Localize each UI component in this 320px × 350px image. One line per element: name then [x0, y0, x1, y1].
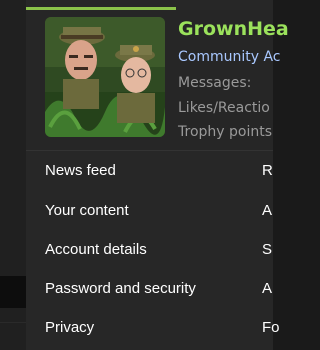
avatar[interactable] [45, 17, 165, 137]
stat-likes-label: Likes/Reactio [178, 100, 270, 116]
menu-divider [26, 150, 273, 151]
menu-item-right-4[interactable]: A [262, 280, 272, 297]
menu-item-right-3[interactable]: S [262, 241, 272, 258]
page-background-divider [0, 322, 26, 323]
menu-item-news-feed[interactable]: News feed [45, 162, 116, 179]
username[interactable]: GrownHea [178, 18, 289, 40]
menu-item-your-content[interactable]: Your content [45, 202, 129, 219]
menu-item-password-security[interactable]: Password and security [45, 280, 196, 297]
menu-accent-bar [26, 7, 176, 10]
menu-item-right-2[interactable]: A [262, 202, 272, 219]
menu-item-privacy[interactable]: Privacy [45, 319, 94, 336]
stat-messages-label: Messages: [178, 75, 252, 91]
user-role: Community Ac [178, 49, 281, 65]
menu-item-right-5[interactable]: Fo [262, 319, 280, 336]
menu-item-account-details[interactable]: Account details [45, 241, 147, 258]
page-background-bar [0, 276, 26, 308]
stat-trophy-label: Trophy points [178, 124, 273, 140]
menu-item-right-1[interactable]: R [262, 162, 273, 179]
avatar-image [45, 17, 165, 137]
